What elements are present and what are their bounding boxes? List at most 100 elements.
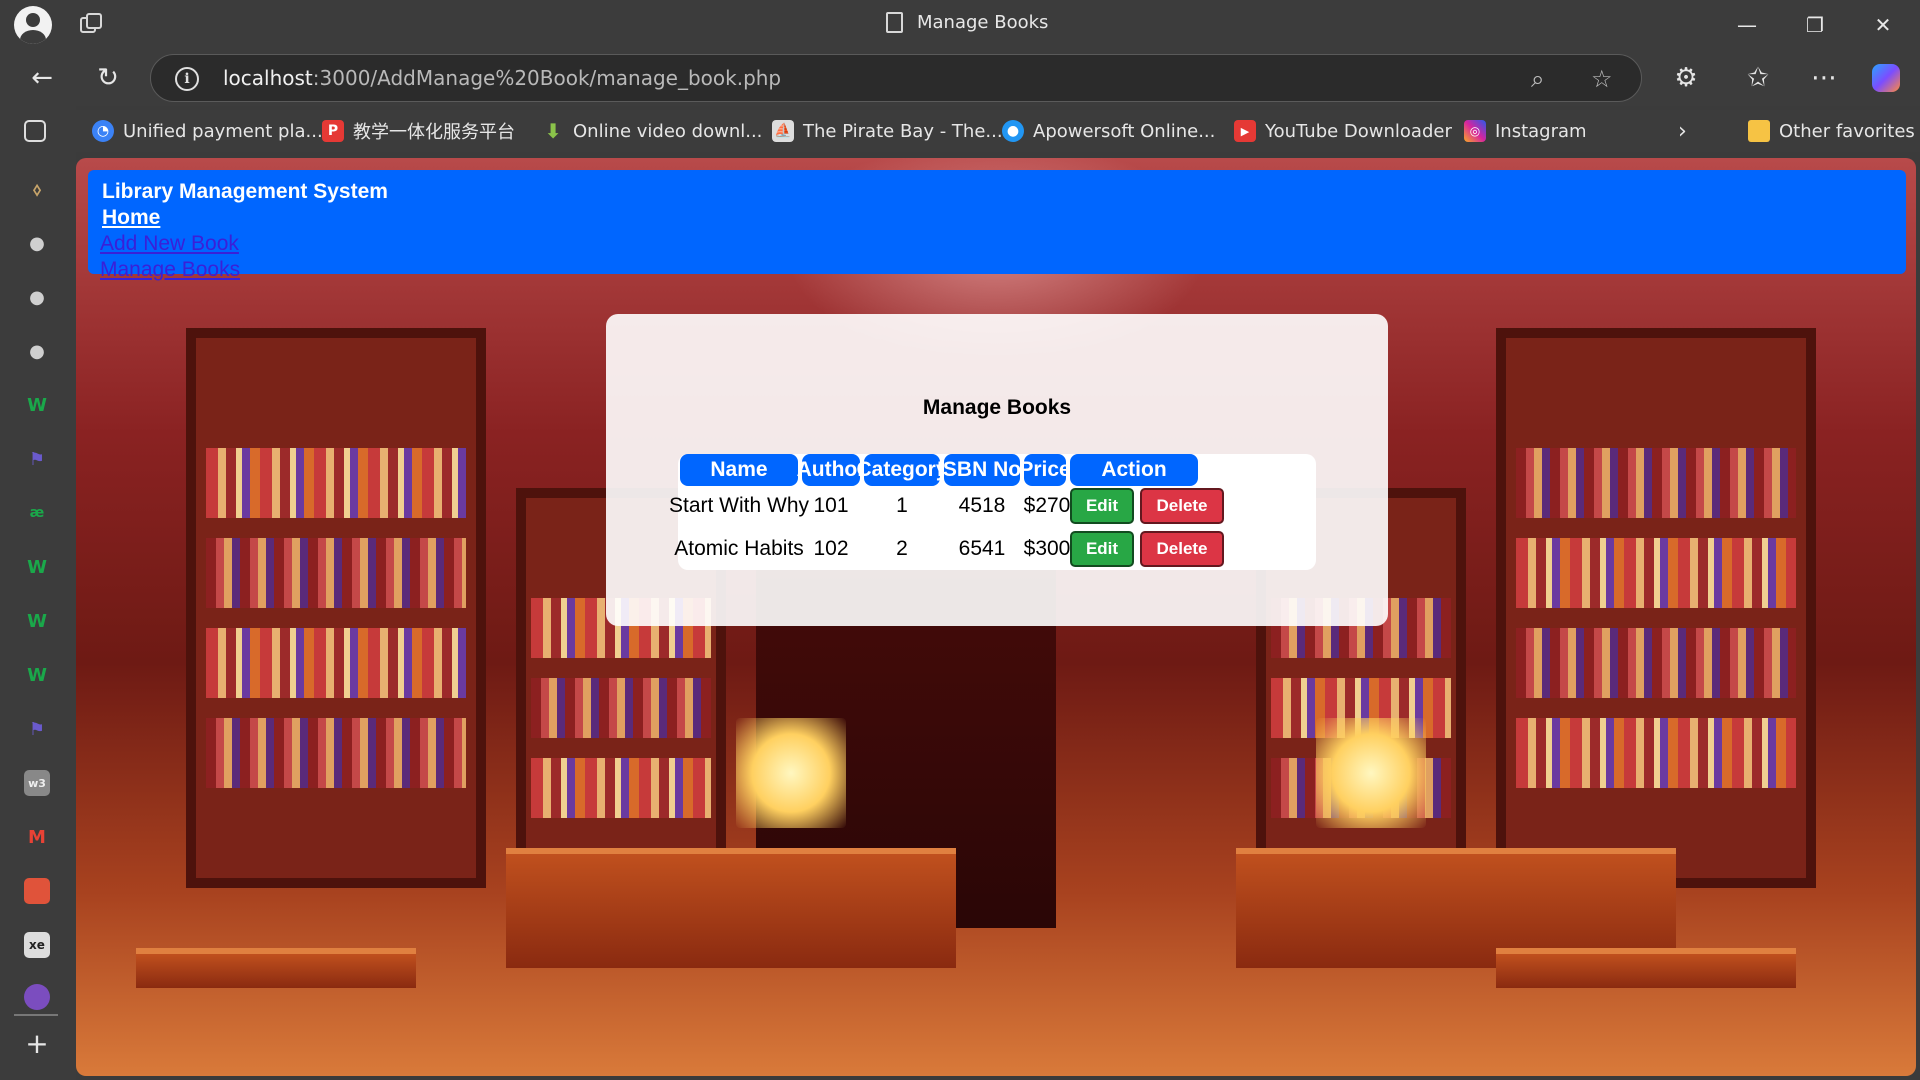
zoom-icon[interactable]: ⌕ bbox=[1531, 65, 1544, 93]
w-logo-icon[interactable]: W bbox=[24, 392, 50, 418]
site-navbar: Library Management System Home Add New B… bbox=[88, 170, 1906, 281]
add-plus-icon[interactable]: + bbox=[24, 1027, 50, 1060]
purple-app-icon[interactable] bbox=[24, 984, 50, 1010]
background-books bbox=[1516, 718, 1796, 788]
background-lamp bbox=[736, 718, 846, 828]
flag-icon[interactable]: ⚑ bbox=[24, 716, 50, 742]
nav-link-home[interactable]: Home bbox=[102, 206, 160, 230]
table-cell-category: 2 bbox=[896, 537, 908, 560]
table-cell-isbn: 6541 bbox=[958, 537, 1006, 560]
background-bookcase bbox=[1496, 328, 1816, 888]
background-books bbox=[206, 718, 466, 788]
column-header: Name bbox=[680, 454, 798, 486]
tab-title-text: Manage Books bbox=[917, 12, 1049, 33]
table-cell-author: 101 bbox=[813, 494, 849, 517]
folder-icon bbox=[1748, 120, 1770, 142]
background-books bbox=[531, 758, 711, 818]
favorites-overflow-chevron-icon[interactable]: › bbox=[1678, 118, 1687, 144]
github-icon[interactable]: ● bbox=[24, 338, 50, 364]
flag-icon[interactable]: ⚑ bbox=[24, 446, 50, 472]
sidebar-divider bbox=[14, 1014, 58, 1016]
favorite-item[interactable]: ● Apowersoft Online... bbox=[1002, 118, 1215, 144]
column-header: Category bbox=[856, 454, 948, 486]
browser-sidebar: ⬨ ● ● ● W ⚑ æ W W W ⚑ w3 M xe + bbox=[0, 106, 76, 1080]
favorite-item[interactable]: P 教学一体化服务平台 bbox=[322, 118, 515, 144]
address-bar[interactable]: i localhost:3000/AddManage%20Book/manage… bbox=[150, 54, 1642, 102]
site-info-icon[interactable]: i bbox=[175, 67, 199, 91]
background-books bbox=[206, 448, 466, 518]
background-books bbox=[206, 628, 466, 698]
favorite-item[interactable]: ◔ Unified payment pla... bbox=[92, 118, 323, 144]
column-header: Price bbox=[1019, 454, 1071, 486]
extensions-icon[interactable]: ⚙ bbox=[1668, 60, 1704, 96]
other-favorites[interactable]: Other favorites bbox=[1748, 118, 1915, 144]
column-header: ISBN No. bbox=[937, 454, 1027, 486]
download-arrow-icon: ⬇ bbox=[544, 119, 562, 143]
apowersoft-icon: ● bbox=[1002, 120, 1024, 142]
workspaces-icon[interactable] bbox=[80, 13, 104, 37]
nav-link-manage-books[interactable]: Manage Books bbox=[100, 258, 240, 282]
ae-logo-icon[interactable]: æ bbox=[24, 500, 50, 526]
w-logo-icon[interactable]: W bbox=[24, 608, 50, 634]
background-books bbox=[531, 678, 711, 738]
background-bench bbox=[1496, 948, 1796, 988]
nav-link-add-new-book[interactable]: Add New Book bbox=[100, 232, 239, 256]
table-cell-category: 1 bbox=[896, 494, 908, 517]
delete-button[interactable]: Delete bbox=[1140, 531, 1224, 567]
site-brand: Library Management System bbox=[102, 180, 388, 203]
p-logo-icon: P bbox=[322, 120, 344, 142]
refresh-icon[interactable]: ↻ bbox=[90, 60, 126, 96]
favorites-bar: ◔ Unified payment pla... P 教学一体化服务平台 ⬇ O… bbox=[76, 110, 1920, 152]
delete-button[interactable]: Delete bbox=[1140, 488, 1224, 524]
payment-icon: ◔ bbox=[92, 120, 114, 142]
column-header: Author bbox=[797, 454, 865, 486]
favorite-star-icon[interactable]: ☆ bbox=[1591, 65, 1613, 93]
page-document-icon bbox=[886, 12, 903, 33]
xe-icon[interactable]: xe bbox=[24, 932, 50, 958]
instagram-icon: ◎ bbox=[1464, 120, 1486, 142]
edit-button[interactable]: Edit bbox=[1070, 488, 1134, 524]
edit-button[interactable]: Edit bbox=[1070, 531, 1134, 567]
background-lamp bbox=[1316, 718, 1426, 828]
restore-icon[interactable]: ❐ bbox=[1798, 8, 1832, 42]
favorite-item[interactable]: ⬇ Online video downl... bbox=[542, 118, 763, 144]
column-header: Action bbox=[1070, 454, 1198, 486]
title-bar: Manage Books — ❐ ✕ bbox=[0, 0, 1920, 50]
minimize-icon[interactable]: — bbox=[1730, 8, 1764, 42]
github-icon[interactable]: ● bbox=[24, 230, 50, 256]
table-cell-price: $270 bbox=[1023, 494, 1071, 517]
books-table: Name Author Category ISBN No. Price Acti… bbox=[668, 454, 1316, 570]
w3schools-icon[interactable]: w3 bbox=[24, 770, 50, 796]
pirate-ship-icon: ⛵ bbox=[772, 120, 794, 142]
page-title: Manage Books bbox=[922, 396, 1072, 419]
background-books bbox=[1516, 448, 1796, 518]
background-bookcase bbox=[186, 328, 486, 888]
tab-title: Manage Books bbox=[886, 12, 1048, 33]
more-options-icon[interactable]: ⋯ bbox=[1806, 60, 1842, 96]
copilot-icon[interactable] bbox=[1868, 60, 1904, 96]
close-icon[interactable]: ✕ bbox=[1866, 8, 1900, 42]
table-cell-price: $300 bbox=[1023, 537, 1071, 560]
url-text[interactable]: localhost:3000/AddManage%20Book/manage_b… bbox=[223, 66, 781, 90]
table-cell-name: Start With Why bbox=[668, 494, 810, 517]
background-books bbox=[1516, 628, 1796, 698]
profile-avatar-icon[interactable] bbox=[14, 6, 52, 44]
github-icon[interactable]: ● bbox=[24, 284, 50, 310]
favorites-icon[interactable]: ✩ bbox=[1740, 60, 1776, 96]
ethereum-icon[interactable]: ⬨ bbox=[24, 176, 50, 202]
background-books bbox=[1516, 538, 1796, 608]
background-desk bbox=[506, 848, 956, 968]
table-cell-isbn: 4518 bbox=[958, 494, 1006, 517]
back-arrow-icon[interactable]: ← bbox=[24, 60, 60, 96]
page-viewport: Library Management System Home Add New B… bbox=[76, 158, 1916, 1076]
w-logo-icon[interactable]: W bbox=[24, 554, 50, 580]
manage-books-card: Manage Books Name Author Category ISBN N… bbox=[606, 314, 1388, 626]
gmail-icon[interactable]: M bbox=[24, 824, 50, 850]
w-logo-icon[interactable]: W bbox=[24, 662, 50, 688]
favorite-item[interactable]: ▶ YouTube Downloader bbox=[1234, 118, 1452, 144]
table-cell-author: 102 bbox=[813, 537, 849, 560]
favorite-item[interactable]: ◎ Instagram bbox=[1464, 118, 1587, 144]
cloud-icon[interactable] bbox=[24, 878, 50, 904]
favorite-item[interactable]: ⛵ The Pirate Bay - The... bbox=[772, 118, 1003, 144]
sidebar-toggle-icon[interactable] bbox=[24, 120, 46, 142]
